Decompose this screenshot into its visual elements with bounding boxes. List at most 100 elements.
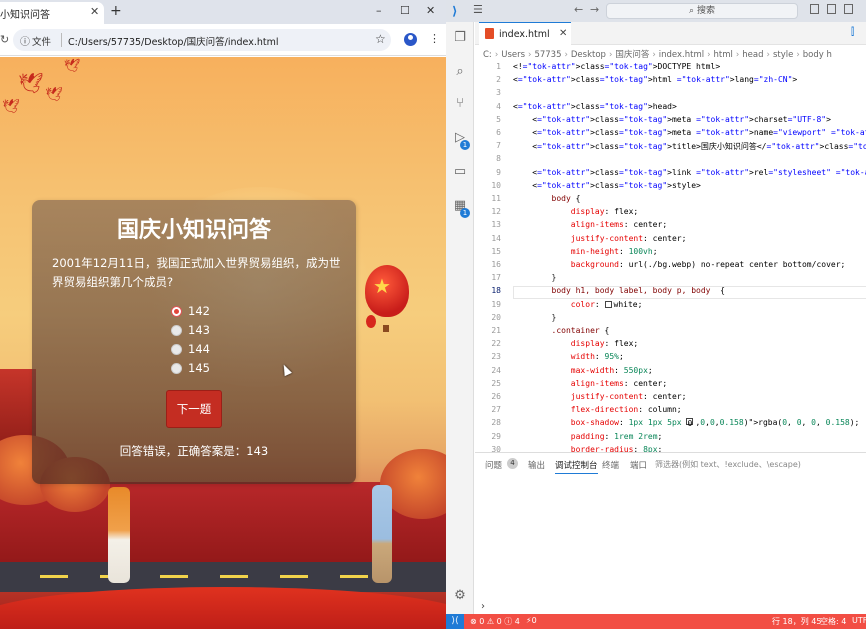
close-window-icon[interactable]: ✕ — [426, 4, 435, 17]
status-encoding[interactable]: UTF — [852, 616, 866, 625]
code-line[interactable]: 21 .container { — [475, 326, 866, 339]
editor-tab-index-html[interactable]: index.html ✕ — [479, 22, 571, 45]
explorer-icon[interactable]: ❐ — [452, 30, 468, 46]
status-cursor-position[interactable]: 行 18，列 45 — [772, 616, 821, 627]
search-icon[interactable]: ⌕ — [452, 64, 468, 80]
option-144[interactable]: 144 — [171, 342, 251, 358]
omnibox[interactable]: ⓘ 文件 C:/Users/57735/Desktop/国庆问答/index.h… — [13, 29, 391, 51]
code-line[interactable]: 7 <="tok-attr">class="tok-tag">title>国庆小… — [475, 141, 866, 154]
code-text: body { — [513, 194, 581, 203]
new-tab-icon[interactable]: + — [110, 3, 122, 19]
status-problems[interactable]: ⊗ 0 ⚠ 0 ⓘ 4 — [470, 616, 520, 627]
code-line[interactable]: 26 justify-content: center; — [475, 392, 866, 405]
status-indentation[interactable]: 空格: 4 — [820, 616, 846, 627]
toggle-panel-icon[interactable] — [827, 4, 836, 14]
code-line[interactable]: 16 background: url(./bg.webp) no-repeat … — [475, 260, 866, 273]
option-145[interactable]: 145 — [171, 361, 251, 377]
code-text: <="tok-attr">class="tok-tag">style> — [513, 180, 701, 190]
code-line[interactable]: 25 align-items: center; — [475, 379, 866, 392]
back-arrow-icon[interactable]: ← — [574, 3, 583, 16]
toggle-sidebar-icon[interactable] — [810, 4, 819, 14]
breadcrumb-item[interactable]: html — [714, 50, 733, 60]
code-line[interactable]: 11 body { — [475, 194, 866, 207]
code-line[interactable]: 9 <="tok-attr">class="tok-tag">link ="to… — [475, 168, 866, 181]
code-line[interactable]: 6 <="tok-attr">class="tok-tag">meta ="to… — [475, 128, 866, 141]
address-url[interactable]: C:/Users/57735/Desktop/国庆问答/index.html — [68, 34, 279, 48]
code-line[interactable]: 27 flex-direction: column; — [475, 405, 866, 418]
info-icon[interactable]: ⓘ — [20, 33, 30, 48]
breadcrumb-item[interactable]: index.html — [659, 50, 704, 60]
radio-button[interactable] — [171, 344, 182, 355]
code-line[interactable]: 1 <!="tok-attr">class="tok-tag">DOCTYPE h… — [475, 62, 866, 75]
close-tab-icon[interactable]: ✕ — [90, 5, 99, 18]
command-search-input[interactable]: ⌕ 搜索 — [606, 3, 798, 19]
remote-explorer-icon[interactable]: ▭ — [452, 164, 468, 180]
option-label: 143 — [188, 323, 210, 337]
minimize-icon[interactable]: – — [376, 4, 382, 17]
settings-gear-icon[interactable]: ⚙ — [452, 588, 468, 604]
code-line[interactable]: 22 display: flex; — [475, 339, 866, 352]
radio-button[interactable] — [171, 325, 182, 336]
breadcrumb-item[interactable]: 国庆问答 — [615, 50, 649, 60]
breadcrumb-item[interactable]: 57735 — [534, 50, 561, 60]
radio-button[interactable] — [171, 363, 182, 374]
breadcrumb-item[interactable]: head — [742, 50, 763, 60]
status-ports[interactable]: ⚡0 — [526, 616, 537, 625]
forward-arrow-icon[interactable]: → — [590, 3, 599, 16]
person-illustration — [108, 487, 130, 583]
panel-tab-terminal[interactable]: 终端 — [602, 459, 619, 471]
code-line[interactable]: 18 body h1, body label, body p, body { — [475, 286, 866, 300]
line-number: 14 — [491, 233, 501, 243]
option-143[interactable]: 143 — [171, 323, 251, 339]
toggle-secondary-sidebar-icon[interactable] — [844, 4, 853, 14]
panel-tab-problems[interactable]: 问题 — [485, 459, 502, 471]
code-line[interactable]: 15 min-height: 100vh; — [475, 247, 866, 260]
breadcrumb-item[interactable]: Desktop — [571, 50, 606, 60]
code-line[interactable]: 12 display: flex; — [475, 207, 866, 220]
bookmark-star-icon[interactable]: ☆ — [375, 32, 386, 46]
panel-filter-input[interactable]: 筛选器(例如 text、!exclude、\escape) — [655, 459, 801, 470]
source-control-icon[interactable]: ⑂ — [452, 96, 468, 112]
profile-avatar-icon[interactable] — [404, 33, 417, 46]
option-142[interactable]: 142 — [171, 304, 251, 320]
panel-tab-ports[interactable]: 端口 — [630, 459, 647, 471]
code-line[interactable]: 2 <="tok-attr">class="tok-tag">html ="tok… — [475, 75, 866, 88]
code-line[interactable]: 14 justify-content: center; — [475, 234, 866, 247]
code-line[interactable]: 24 max-width: 550px; — [475, 366, 866, 379]
breadcrumb-item[interactable]: Users — [501, 50, 525, 60]
panel-tab-debug-console[interactable]: 调试控制台 — [555, 459, 598, 474]
road-marking — [340, 575, 368, 578]
code-line[interactable]: 28 box-shadow: 1px 1px 5px 0,0,0,0.158)"… — [475, 418, 866, 431]
code-line[interactable]: 10 <="tok-attr">class="tok-tag">style> — [475, 181, 866, 194]
next-question-button[interactable]: 下一题 — [166, 390, 222, 428]
code-area[interactable]: 1 <!="tok-attr">class="tok-tag">DOCTYPE h… — [475, 62, 866, 454]
code-line[interactable]: 29 padding: 1rem 2rem; — [475, 432, 866, 445]
reload-icon[interactable]: ↻ — [0, 33, 9, 46]
more-menu-icon[interactable]: ⋮ — [429, 32, 440, 45]
code-line[interactable]: 3 — [475, 88, 866, 101]
console-prompt-icon[interactable]: › — [481, 601, 485, 612]
code-line[interactable]: 19 color: white; — [475, 300, 866, 313]
bird-icon: 🕊 — [18, 71, 44, 95]
breadcrumb-item[interactable]: style — [773, 50, 793, 60]
radio-button[interactable] — [171, 306, 182, 317]
close-editor-icon[interactable]: ✕ — [559, 28, 567, 39]
code-line[interactable]: 20 } — [475, 313, 866, 326]
code-line[interactable]: 17 } — [475, 273, 866, 286]
code-line[interactable]: 4 <="tok-attr">class="tok-tag">head> — [475, 102, 866, 115]
road-marking — [220, 575, 248, 578]
menu-icon[interactable]: ☰ — [473, 3, 483, 16]
code-line[interactable]: 8 — [475, 154, 866, 167]
code-text: box-shadow: 1px 1px 5px 0,0,0,0.158)">rg… — [570, 418, 860, 429]
code-line[interactable]: 23 width: 95%; — [475, 352, 866, 365]
panel-tab-output[interactable]: 输出 — [528, 459, 545, 471]
remote-icon[interactable]: ⟩⟨ — [446, 614, 464, 629]
code-text: flex-direction: column; — [570, 405, 682, 415]
maximize-icon[interactable]: ☐ — [400, 4, 410, 17]
code-line[interactable]: 13 align-items: center; — [475, 220, 866, 233]
breadcrumb-item[interactable]: C: — [483, 50, 492, 60]
code-line[interactable]: 5 <="tok-attr">class="tok-tag">meta ="to… — [475, 115, 866, 128]
browser-tab[interactable]: 小知识问答 ✕ — [0, 2, 104, 24]
breadcrumb-item[interactable]: body h — [803, 50, 832, 60]
split-editor-icon[interactable]: ⫿ — [851, 27, 854, 38]
